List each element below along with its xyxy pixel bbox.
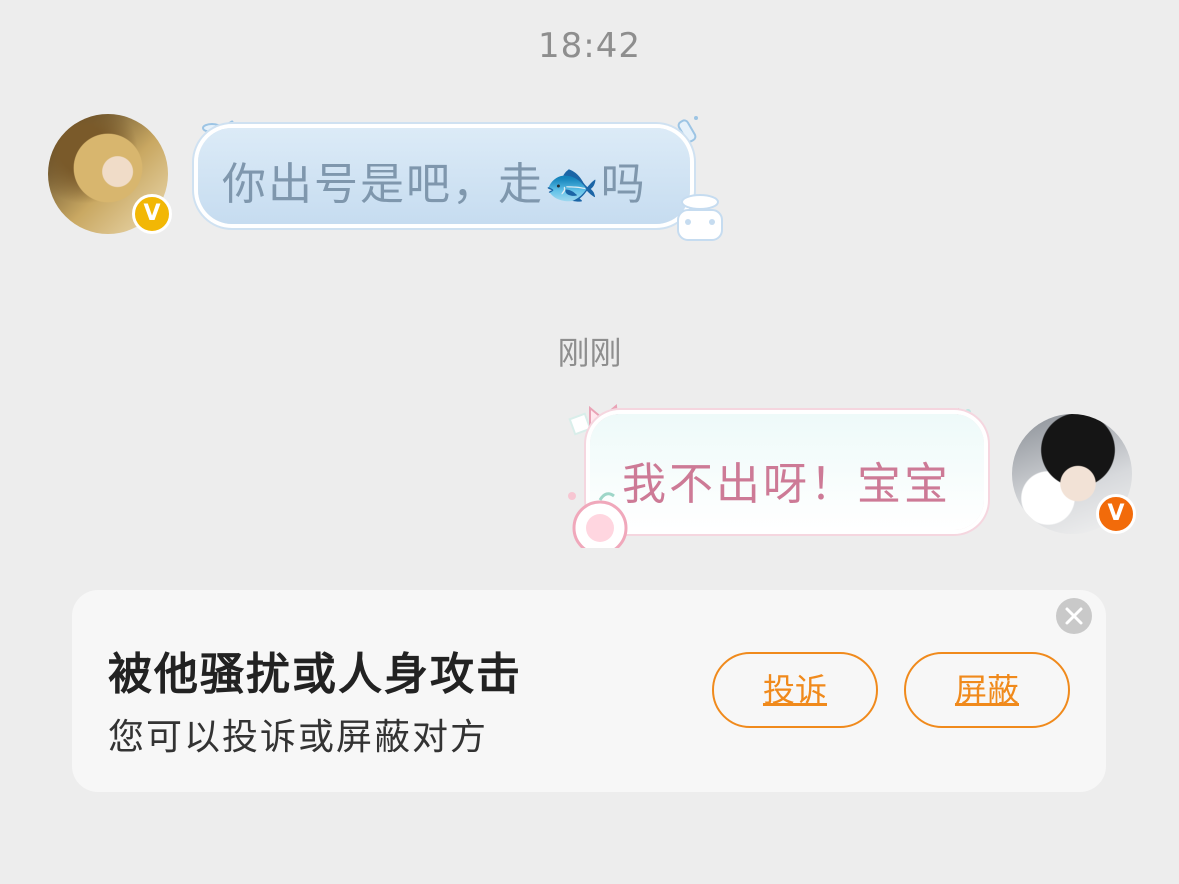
panel-subtitle: 您可以投诉或屏蔽对方 [108,717,489,758]
verified-badge-icon: V [1096,494,1136,534]
sender-avatar[interactable]: V [48,114,172,234]
incoming-message-bubble[interactable]: 你出号是吧，走🐟吗 [198,128,690,224]
incoming-message-tail: 吗 [600,159,647,210]
fish-emoji-icon: 🐟 [544,159,601,210]
incoming-message-body: 你出号是吧，走 [222,159,544,210]
verified-badge-icon: V [132,194,172,234]
report-button[interactable]: 投诉 [712,652,878,728]
panel-title: 被他骚扰或人身攻击 [108,649,522,700]
message-timestamp: 刚刚 [557,334,622,372]
close-icon[interactable] [1056,598,1092,634]
peach-cake-decoration-icon [568,492,628,548]
block-button[interactable]: 屏蔽 [904,652,1070,728]
incoming-message-text: 你出号是吧，走🐟吗 [222,148,647,212]
harassment-report-panel: 被他骚扰或人身攻击 您可以投诉或屏蔽对方 投诉 屏蔽 [72,590,1106,792]
outgoing-message-bubble[interactable]: 我不出呀！宝宝 [590,414,984,530]
my-avatar[interactable]: V [1012,414,1136,534]
message-timestamp: 18:42 [538,26,641,66]
cloud-pot-decoration-icon [677,194,723,241]
outgoing-message-text: 我不出呀！宝宝 [622,459,951,510]
